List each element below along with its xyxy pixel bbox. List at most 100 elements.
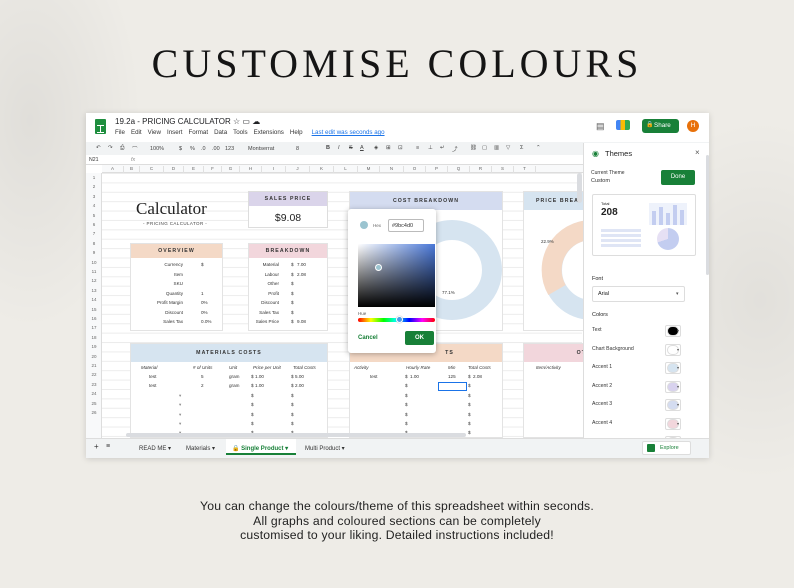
dropdown-chevron-icon[interactable]: ▾ [179,412,181,418]
materials-empty-currency[interactable]: $ [291,412,294,417]
zoom-select[interactable]: 100% [150,146,164,152]
row-header[interactable]: 11 [86,269,102,274]
add-sheet-icon[interactable]: + [94,442,99,451]
rotate-icon[interactable]: ⤴ [452,145,458,153]
breakdown-row-value[interactable]: 9.08 [297,319,306,324]
italic-button[interactable]: I [338,145,340,151]
comments-icon[interactable]: ▤ [596,121,605,132]
dropdown-chevron-icon[interactable]: ▾ [179,393,181,399]
name-box[interactable]: N21 [89,157,99,163]
move-icon[interactable]: ▭ [242,117,250,126]
font-select[interactable]: Montserrat [248,146,274,152]
column-header[interactable]: F [204,166,222,173]
theme-color-dropdown[interactable]: ▾ [665,417,681,430]
row-header[interactable]: 6 [86,222,102,227]
row-header[interactable]: 23 [86,382,102,387]
filter-icon[interactable]: ▽ [506,145,510,151]
strikethrough-button[interactable]: S [349,145,353,151]
column-header[interactable]: A [102,166,124,173]
materials-cell[interactable]: test [149,374,156,379]
column-header[interactable]: K [310,166,334,173]
tab-materials[interactable]: Materials ▾ [186,445,215,452]
undo-icon[interactable]: ↶ [96,145,101,151]
materials-empty-currency[interactable]: $ [251,421,254,426]
hue-handle[interactable] [396,316,403,323]
row-header[interactable]: 26 [86,410,102,415]
labour-cell[interactable]: 2.08 [473,374,482,379]
hex-input[interactable]: #9bc4d0 [388,219,424,232]
align-icon[interactable]: ≡ [416,145,419,151]
dropdown-chevron-icon[interactable]: ▾ [179,402,181,408]
column-header[interactable]: D [164,166,184,173]
theme-color-dropdown[interactable]: ▾ [665,325,681,337]
column-header[interactable]: L [334,166,358,173]
menu-file[interactable]: File [115,129,125,136]
selected-cell[interactable] [438,382,467,391]
theme-color-dropdown[interactable]: ▾ [665,399,681,411]
column-header[interactable]: B [124,166,140,173]
labour-cell[interactable]: $ [405,374,408,379]
row-header[interactable]: 21 [86,363,102,368]
row-header[interactable]: 7 [86,231,102,236]
materials-cell[interactable]: 2 [201,383,204,388]
column-header[interactable]: H [240,166,262,173]
theme-preview[interactable]: Total 208 [592,194,696,256]
materials-cell[interactable]: 2.00 [295,383,304,388]
close-icon[interactable]: × [695,148,700,157]
wrap-icon[interactable]: ↵ [440,145,445,151]
row-header[interactable]: 15 [86,307,102,312]
row-header[interactable]: 14 [86,297,102,302]
menu-tools[interactable]: Tools [233,129,247,136]
row-header[interactable]: 13 [86,288,102,293]
font-select-panel[interactable]: Arial ▾ [592,286,685,302]
theme-color-dropdown[interactable]: ▾ [665,343,681,356]
column-header[interactable]: E [184,166,204,173]
dropdown-chevron-icon[interactable]: ▾ [179,421,181,427]
meet-icon[interactable] [616,120,630,130]
labour-cell[interactable]: $ [468,374,471,379]
row-header[interactable]: 19 [86,344,102,349]
tab-read-me[interactable]: READ ME ▾ [139,445,171,452]
row-header[interactable]: 24 [86,391,102,396]
overview-row-value[interactable]: 0% [201,300,208,305]
materials-cell[interactable]: $ [251,383,254,388]
labour-empty-currency[interactable]: $ [405,383,408,388]
row-header[interactable]: 12 [86,278,102,283]
column-header[interactable]: T [514,166,536,173]
row-header[interactable]: 18 [86,335,102,340]
materials-cell[interactable]: gram [229,383,239,388]
materials-cell[interactable]: 1.00 [255,383,264,388]
materials-cell[interactable]: $ [251,374,254,379]
collapse-toolbar-icon[interactable]: ⌃ [536,145,541,151]
increase-decimals-button[interactable]: .00 [212,146,220,152]
column-header[interactable]: G [222,166,240,173]
labour-empty-currency[interactable]: $ [405,412,408,417]
star-icon[interactable]: ☆ [233,117,240,126]
text-color-button[interactable]: A [360,145,364,151]
labour-cell[interactable]: 1.00 [410,374,419,379]
panel-scrollbar[interactable] [706,155,709,275]
row-header[interactable]: 2 [86,184,102,189]
overview-row-value[interactable]: 0% [201,310,208,315]
row-header[interactable]: 17 [86,325,102,330]
row-header[interactable]: 25 [86,401,102,406]
borders-icon[interactable]: ⊞ [386,145,391,151]
materials-empty-currency[interactable]: $ [251,412,254,417]
comment-icon[interactable]: ▢ [482,145,487,151]
column-header[interactable]: M [358,166,380,173]
materials-cell[interactable]: test [149,383,156,388]
column-header[interactable]: S [492,166,514,173]
valign-icon[interactable]: ⊥ [428,145,433,151]
materials-cell[interactable]: 5.00 [295,374,304,379]
labour-empty-currency[interactable]: $ [405,402,408,407]
labour-empty-currency[interactable]: $ [468,402,471,407]
cancel-button[interactable]: Cancel [358,335,378,341]
overview-row-value[interactable]: 1 [201,291,204,296]
column-header[interactable]: O [404,166,426,173]
materials-empty-currency[interactable]: $ [251,402,254,407]
row-header[interactable]: 9 [86,250,102,255]
materials-cell[interactable]: $ [291,374,294,379]
theme-color-dropdown[interactable]: ▾ [665,362,681,374]
row-header[interactable]: 10 [86,260,102,265]
row-header[interactable]: 3 [86,194,102,199]
